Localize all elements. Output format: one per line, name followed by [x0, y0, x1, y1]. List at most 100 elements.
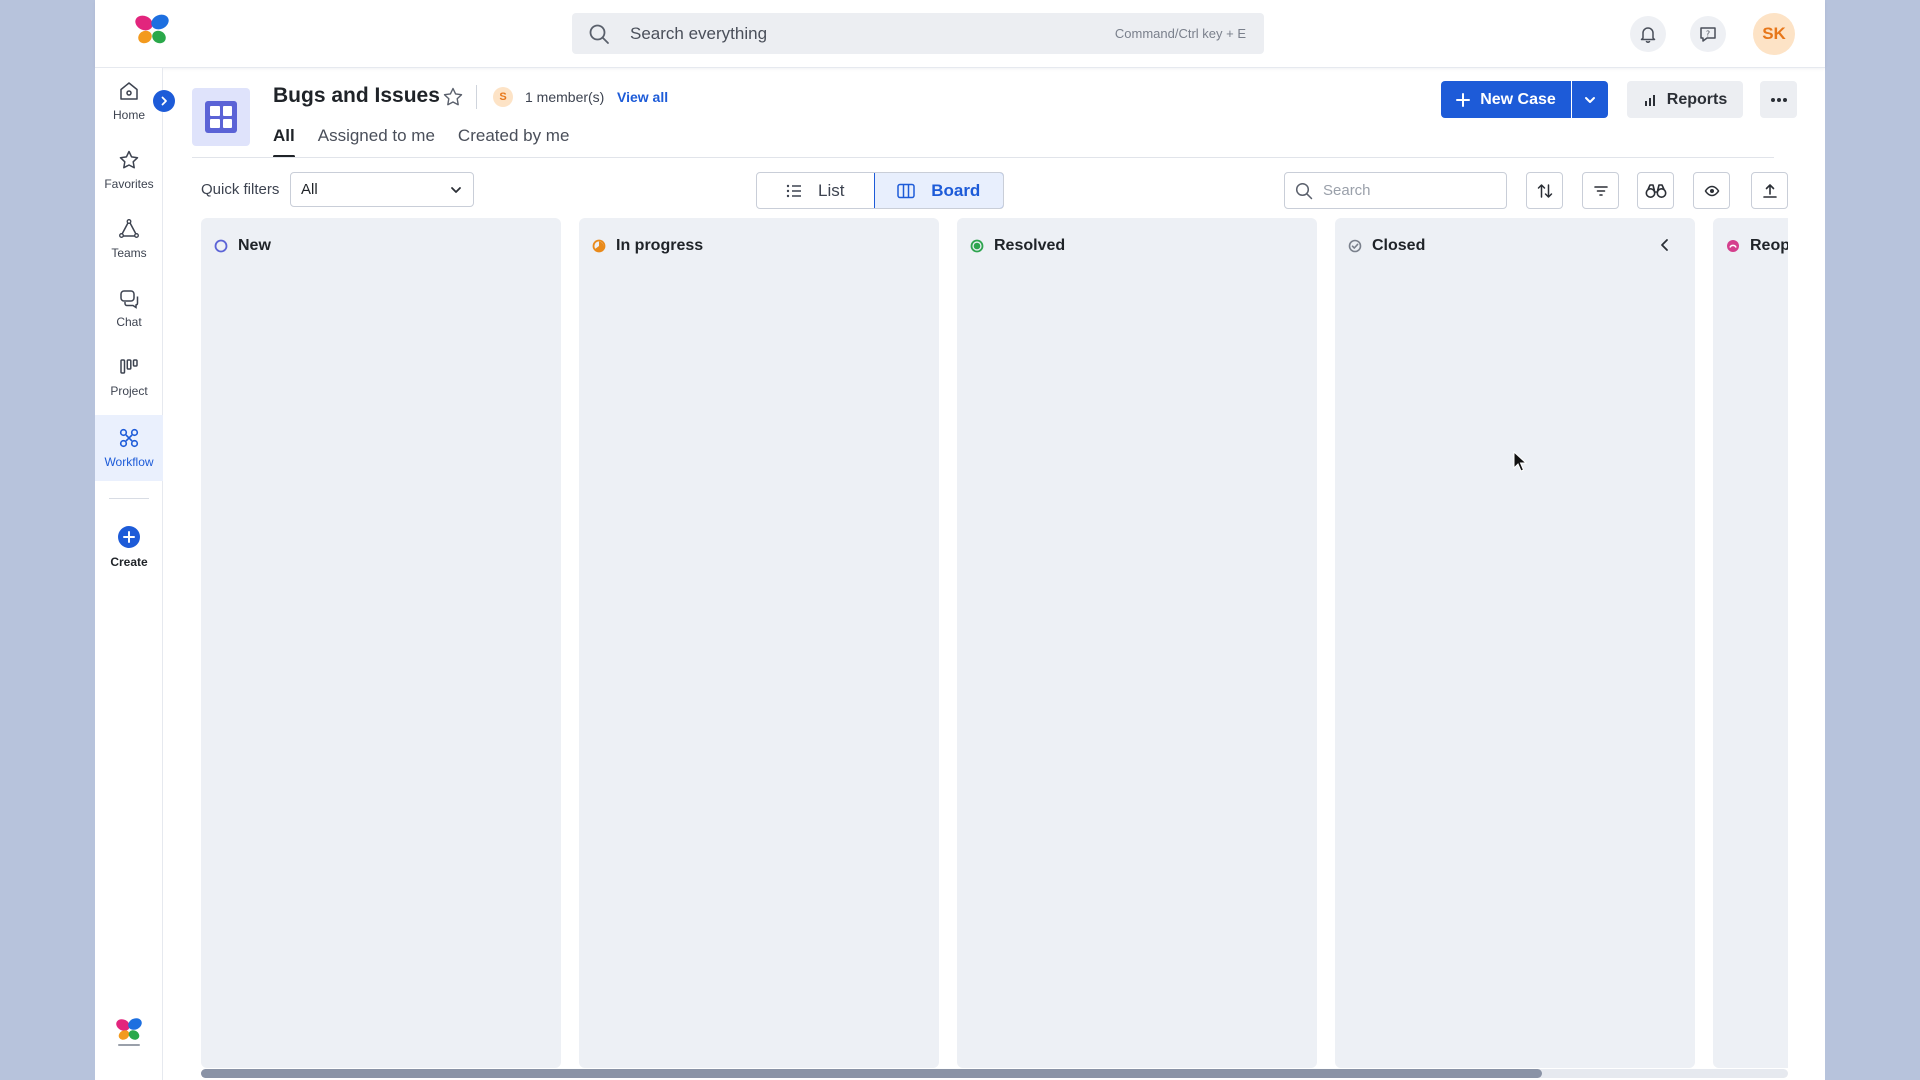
reports-label: Reports — [1666, 90, 1728, 108]
board-column-closed: Closed — [1335, 218, 1695, 1068]
board-columns-icon — [897, 183, 915, 198]
status-closed-icon — [1348, 239, 1362, 253]
status-resolved-icon — [970, 239, 984, 253]
help-chat-button[interactable]: ? — [1690, 16, 1726, 52]
user-avatar[interactable]: SK — [1753, 13, 1795, 55]
global-search-box[interactable]: Command/Ctrl key + E — [572, 13, 1264, 54]
rail-create-label: Create — [110, 555, 148, 569]
rail-item-project[interactable]: Project — [95, 344, 163, 410]
column-header: Closed — [1348, 237, 1425, 255]
plus-circle-icon — [118, 526, 140, 548]
search-shortcut-hint: Command/Ctrl key + E — [1114, 26, 1246, 41]
members-count: 1 member(s) — [525, 89, 605, 105]
rail-expand-button[interactable] — [153, 90, 175, 112]
board-column-in-progress: In progress — [579, 218, 939, 1068]
case-tabs: All Assigned to me Created by me — [273, 126, 592, 158]
board-column-resolved: Resolved — [957, 218, 1317, 1068]
eye-icon — [1704, 185, 1719, 196]
board-column-new: New — [201, 218, 561, 1068]
status-new-icon — [214, 239, 228, 253]
rail-divider — [109, 498, 149, 499]
teams-icon — [119, 219, 139, 238]
new-case-dropdown-button[interactable] — [1572, 81, 1608, 118]
rail-item-label: Project — [110, 384, 148, 398]
page-title: Bugs and Issues — [273, 84, 440, 107]
rail-item-favorites[interactable]: Favorites — [95, 137, 163, 203]
chevron-right-icon — [161, 96, 167, 106]
more-options-button[interactable] — [1760, 81, 1797, 118]
column-title: In progress — [616, 237, 704, 254]
reports-button[interactable]: Reports — [1627, 81, 1743, 118]
project-icon — [120, 359, 138, 374]
rail-item-workflow[interactable]: Workflow — [95, 415, 163, 481]
app-window: Command/Ctrl key + E ? SK Home Favorites… — [95, 0, 1825, 1080]
kissflow-brand-logo — [116, 1018, 142, 1046]
collapse-column-chevron-left-icon[interactable] — [1657, 237, 1673, 253]
filter-icon — [1593, 185, 1608, 196]
board-view-label: Board — [931, 180, 981, 200]
status-in-progress-icon — [592, 239, 606, 253]
mouse-cursor-icon — [1513, 451, 1527, 472]
new-case-label: New Case — [1480, 90, 1556, 108]
home-icon — [120, 82, 138, 100]
workflow-icon — [119, 428, 139, 448]
column-title: Resolved — [994, 237, 1066, 254]
process-icon — [192, 88, 250, 146]
column-title: New — [238, 237, 271, 254]
rail-item-label: Workflow — [104, 455, 154, 469]
chevron-down-icon — [451, 186, 461, 193]
quick-filters-label: Quick filters — [201, 181, 280, 198]
board-column-reopened: Reop — [1713, 218, 1788, 1068]
view-all-members-link[interactable]: View all — [617, 89, 668, 105]
board-search-input[interactable] — [1323, 182, 1493, 199]
visibility-button[interactable] — [1693, 172, 1730, 209]
svg-text:?: ? — [1706, 30, 1710, 39]
rail-item-label: Teams — [111, 246, 147, 260]
list-icon — [786, 184, 802, 197]
kissflow-logo-icon[interactable] — [133, 13, 171, 47]
view-toggle: List Board — [756, 172, 1004, 209]
more-horizontal-icon — [1770, 97, 1787, 102]
member-avatar: S — [493, 87, 513, 107]
horizontal-scrollbar[interactable] — [201, 1069, 1788, 1078]
rail-item-chat[interactable]: Chat — [95, 275, 163, 341]
bar-chart-icon — [1644, 94, 1655, 106]
tab-assigned-to-me[interactable]: Assigned to me — [318, 126, 435, 158]
column-header: Reop — [1726, 237, 1788, 255]
search-icon — [589, 24, 609, 44]
column-header: Resolved — [970, 237, 1065, 255]
board-view-button[interactable]: Board — [873, 173, 1003, 208]
favorite-star-icon[interactable] — [442, 86, 464, 108]
filter-button[interactable] — [1582, 172, 1619, 209]
tab-all[interactable]: All — [273, 126, 295, 158]
sort-icon — [1537, 183, 1552, 198]
rail-item-teams[interactable]: Teams — [95, 206, 163, 272]
plus-icon — [1456, 92, 1471, 107]
find-button[interactable] — [1637, 172, 1674, 209]
column-title: Reop — [1750, 237, 1788, 254]
rail-create-button[interactable]: Create — [95, 512, 163, 582]
sort-button[interactable] — [1526, 172, 1563, 209]
export-button[interactable] — [1751, 172, 1788, 209]
new-case-button[interactable]: New Case — [1441, 81, 1571, 118]
bell-icon — [1640, 27, 1656, 43]
list-view-button[interactable]: List — [757, 173, 874, 208]
left-navigation-rail: Home Favorites Teams Chat Project Workfl… — [95, 68, 163, 1080]
global-search-input[interactable] — [630, 23, 1115, 44]
column-header: In progress — [592, 237, 703, 255]
status-reopened-icon — [1727, 240, 1739, 252]
grid-icon — [205, 101, 237, 133]
tab-created-by-me[interactable]: Created by me — [458, 126, 570, 158]
rail-item-label: Favorites — [104, 177, 154, 191]
scrollbar-thumb[interactable] — [201, 1069, 1542, 1078]
quick-filter-select[interactable]: All — [290, 172, 474, 207]
search-icon — [1295, 182, 1313, 199]
quick-filter-value: All — [301, 181, 318, 198]
upload-icon — [1762, 183, 1777, 198]
top-bar: Command/Ctrl key + E ? SK — [95, 0, 1825, 68]
column-header: New — [214, 237, 271, 255]
board-search-box[interactable] — [1284, 172, 1507, 209]
rail-item-label: Chat — [116, 315, 142, 329]
notifications-button[interactable] — [1630, 16, 1666, 52]
header-divider — [476, 85, 477, 109]
